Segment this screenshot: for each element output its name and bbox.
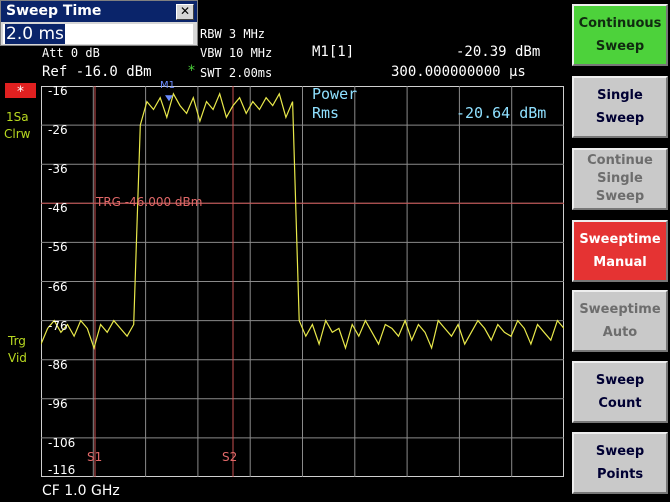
y-tick-label: -66 bbox=[48, 279, 68, 294]
softkey-label: Continuous bbox=[578, 16, 662, 31]
video-label: Vid bbox=[8, 351, 27, 365]
softkey-label: Count bbox=[598, 396, 642, 411]
trigger-level-label: TRG -46.000 dBm bbox=[96, 195, 203, 209]
sample-label: 1Sa bbox=[6, 110, 29, 124]
reference-level: Ref -16.0 dBm bbox=[42, 64, 152, 80]
y-tick-label: -76 bbox=[48, 318, 68, 333]
center-frequency: CF 1.0 GHz bbox=[42, 483, 120, 499]
softkey-label: Sweep bbox=[595, 444, 645, 459]
softkey-label: Continue bbox=[587, 153, 653, 168]
clrw-label: Clrw bbox=[4, 127, 31, 141]
softkey-sweep-count[interactable]: Sweep Count bbox=[572, 361, 668, 423]
softkey-label: Sweeptime bbox=[579, 232, 661, 247]
y-tick-label: -56 bbox=[48, 240, 68, 255]
softkey-sweeptime-manual[interactable]: Sweeptime Manual bbox=[572, 220, 668, 282]
sweep-time-value: 2.0 ms bbox=[5, 24, 65, 44]
y-tick-label: -36 bbox=[48, 162, 68, 177]
marker-time: 300.000000000 µs bbox=[391, 64, 526, 80]
y-tick-label: -86 bbox=[48, 357, 68, 372]
softkey-sweep-points[interactable]: Sweep Points bbox=[572, 432, 668, 494]
marker-level: -20.39 dBm bbox=[456, 44, 541, 60]
softkey-label: Sweep bbox=[595, 39, 645, 54]
sweep-time-dialog: Sweep Time ✕ 2.0 ms bbox=[0, 0, 198, 46]
y-tick-label: -16 bbox=[48, 84, 68, 98]
softkey-label: Sweep bbox=[595, 189, 645, 204]
softkey-sweeptime-auto[interactable]: Sweeptime Auto bbox=[572, 290, 668, 352]
softkey-label: Points bbox=[596, 467, 644, 482]
softkey-label: Sweeptime bbox=[579, 302, 661, 317]
rbw: RBW 3 MHz bbox=[200, 27, 266, 41]
attenuation: Att 0 dB bbox=[42, 46, 100, 60]
close-icon[interactable]: ✕ bbox=[176, 4, 194, 20]
y-tick-label: -26 bbox=[48, 123, 68, 138]
power-label: Power bbox=[312, 85, 358, 103]
trace-star-badge: * bbox=[5, 83, 36, 100]
marker-m1: M1 bbox=[160, 80, 175, 91]
trace-plot bbox=[41, 86, 564, 477]
softkey-label: Sweep bbox=[595, 373, 645, 388]
y-tick-label: -46 bbox=[48, 201, 68, 216]
softkey-continue-single-sweep[interactable]: Continue Single Sweep bbox=[572, 148, 668, 210]
swt-marker: * bbox=[188, 63, 195, 79]
y-tick-label: -106 bbox=[48, 435, 76, 450]
sweep-time-input[interactable]: 2.0 ms bbox=[3, 24, 193, 44]
softkey-label: Auto bbox=[602, 325, 638, 340]
rms-value: -20.64 dBm bbox=[456, 104, 547, 122]
s1-label: S1 bbox=[87, 450, 103, 464]
softkey-single-sweep[interactable]: Single Sweep bbox=[572, 76, 668, 138]
dialog-title: Sweep Time bbox=[1, 1, 197, 22]
softkey-label: Manual bbox=[593, 255, 647, 270]
vbw: VBW 10 MHz bbox=[200, 46, 273, 60]
trigger-label: Trg bbox=[8, 334, 26, 348]
s2-label: S2 bbox=[222, 450, 238, 464]
rms-label: Rms bbox=[312, 104, 340, 122]
y-tick-label: -96 bbox=[48, 396, 68, 411]
softkey-label: Sweep bbox=[595, 111, 645, 126]
softkey-label: Single bbox=[597, 88, 643, 103]
y-tick-label: -116 bbox=[48, 463, 76, 477]
softkey-label: Single bbox=[597, 171, 643, 186]
sweep-time: SWT 2.00ms bbox=[200, 66, 273, 80]
softkey-continuous-sweep[interactable]: Continuous Sweep bbox=[572, 4, 668, 66]
marker-name: M1[1] bbox=[312, 44, 355, 60]
